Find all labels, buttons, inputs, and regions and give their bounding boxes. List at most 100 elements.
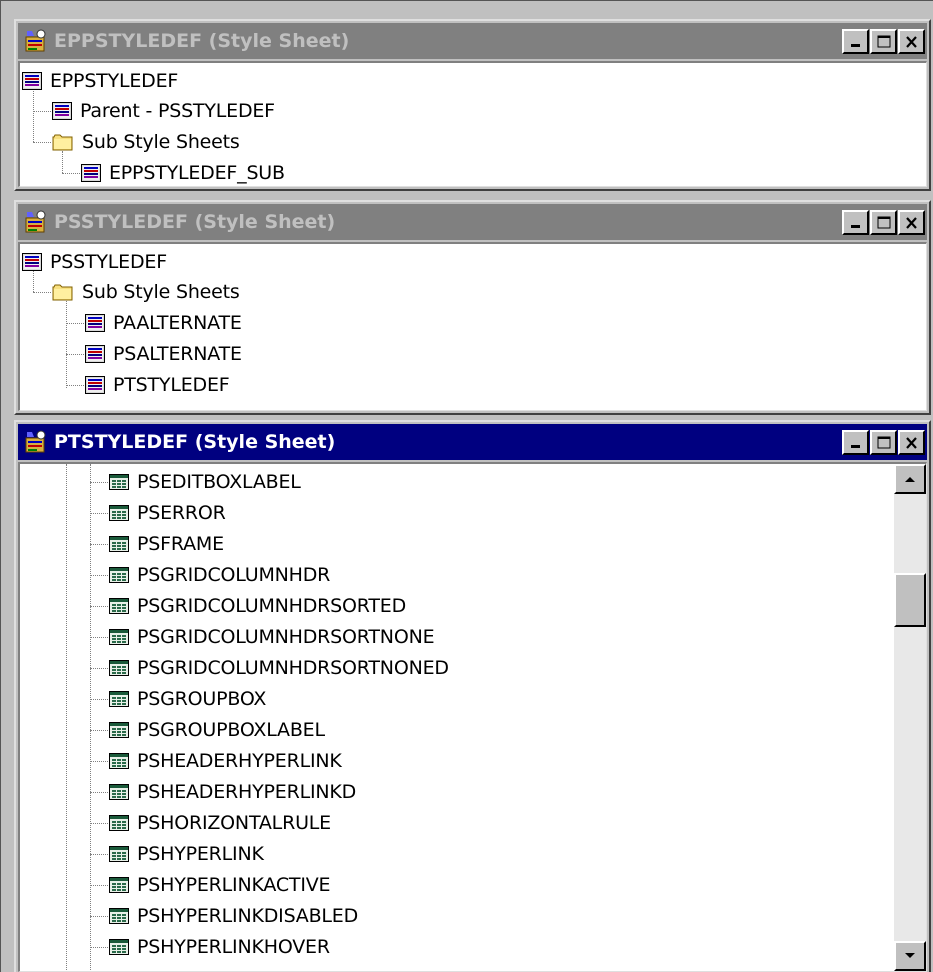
- tree-node[interactable]: PSSTYLEDEF: [22, 247, 167, 277]
- tree-node-label: PSFRAME: [137, 533, 224, 555]
- tree-node-label: PSHORIZONTALRULE: [137, 812, 331, 834]
- stylesheet-app-icon: [22, 429, 48, 455]
- tree-node[interactable]: PSGRIDCOLUMNHDRSORTNONE: [109, 622, 435, 652]
- style-class-icon: [109, 752, 129, 770]
- tree-node[interactable]: PSHYPERLINKACTIVE: [109, 870, 331, 900]
- close-button[interactable]: [898, 29, 925, 54]
- style-class-icon: [109, 814, 129, 832]
- tree-node[interactable]: PSGRIDCOLUMNHDRSORTED: [109, 591, 406, 621]
- stylesheet-icon: [52, 102, 72, 120]
- tree-node-label: PSHYPERLINK: [137, 843, 264, 865]
- close-button[interactable]: [898, 210, 925, 235]
- tree-node[interactable]: PAALTERNATE: [85, 308, 242, 338]
- style-class-icon: [109, 690, 129, 708]
- style-class-icon: [109, 845, 129, 863]
- tree-node-label: PAALTERNATE: [113, 312, 242, 334]
- title-bar[interactable]: PTSTYLEDEF (Style Sheet): [18, 424, 927, 460]
- tree-node[interactable]: PSHEADERHYPERLINKD: [109, 777, 356, 807]
- style-class-icon: [109, 597, 129, 615]
- tree-node[interactable]: PSHEADERHYPERLINK: [109, 746, 342, 776]
- tree-node[interactable]: PSHYPERLINKDISABLED: [109, 901, 358, 931]
- tree-node[interactable]: PSFRAME: [109, 529, 224, 559]
- tree-node-label: PSHYPERLINKDISABLED: [137, 905, 359, 927]
- window-title: EPPSTYLEDEF (Style Sheet): [54, 30, 350, 52]
- title-bar[interactable]: PSSTYLEDEF (Style Sheet): [18, 204, 927, 240]
- folder-icon: [52, 283, 74, 301]
- tree-node-label: PSGRIDCOLUMNHDRSORTNONED: [137, 657, 449, 679]
- tree-node-label: PSGROUPBOX: [137, 688, 267, 710]
- tree-node-label: PSEDITBOXLABEL: [137, 471, 301, 493]
- tree-view[interactable]: PSEDITBOXLABEL PSERROR PSFRAME PSGRIDCOLUMN…: [18, 462, 927, 972]
- stylesheet-icon: [85, 314, 105, 332]
- window-title: PTSTYLEDEF (Style Sheet): [54, 431, 336, 453]
- tree-node[interactable]: PSGRIDCOLUMNHDR: [109, 560, 330, 590]
- style-class-icon: [109, 535, 129, 553]
- tree-node[interactable]: Parent - PSSTYLEDEF: [52, 96, 275, 126]
- style-class-icon: [109, 566, 129, 584]
- window-title: PSSTYLEDEF (Style Sheet): [54, 211, 336, 233]
- tree-node-label: PSALTERNATE: [113, 343, 242, 365]
- window-ptstyledef: PTSTYLEDEF (Style Sheet) PSEDITBOXLABEL P…: [14, 420, 931, 972]
- tree-node-label: PSGRIDCOLUMNHDRSORTED: [137, 595, 407, 617]
- close-button[interactable]: [898, 430, 925, 455]
- close-icon: [906, 35, 917, 48]
- style-class-icon: [109, 721, 129, 739]
- stylesheet-icon: [81, 164, 101, 182]
- tree-view[interactable]: EPPSTYLEDEF Parent - PSSTYLEDEF Sub Styl…: [18, 61, 927, 187]
- vertical-scrollbar[interactable]: [894, 464, 926, 971]
- style-class-icon: [109, 938, 129, 956]
- window-psstyledef: PSSTYLEDEF (Style Sheet) PSSTYLEDEF Sub …: [14, 200, 931, 415]
- minimize-icon: [850, 43, 860, 47]
- folder-icon: [52, 133, 74, 151]
- scroll-up-button[interactable]: [894, 464, 926, 494]
- stylesheet-icon: [22, 253, 42, 271]
- tree-node[interactable]: PTSTYLEDEF: [85, 370, 230, 400]
- minimize-button[interactable]: [842, 210, 869, 235]
- maximize-icon: [877, 216, 890, 229]
- style-class-icon: [109, 628, 129, 646]
- tree-node-label: Sub Style Sheets: [82, 131, 240, 153]
- style-class-icon: [109, 504, 129, 522]
- tree-node-label: PSHYPERLINKACTIVE: [137, 874, 331, 896]
- tree-node[interactable]: Sub Style Sheets: [52, 277, 240, 307]
- tree-node[interactable]: PSGROUPBOX: [109, 684, 266, 714]
- tree-node[interactable]: PSHYPERLINK: [109, 839, 264, 869]
- style-class-icon: [109, 907, 129, 925]
- stylesheet-icon: [85, 345, 105, 363]
- tree-node-label: PSGRIDCOLUMNHDRSORTNONE: [137, 626, 435, 648]
- stylesheet-app-icon: [22, 209, 48, 235]
- style-class-icon: [109, 473, 129, 491]
- tree-node[interactable]: PSGRIDCOLUMNHDRSORTNONED: [109, 653, 449, 683]
- minimize-icon: [850, 224, 860, 228]
- tree-node-label: EPPSTYLEDEF: [50, 70, 179, 92]
- tree-node-label: Sub Style Sheets: [82, 281, 240, 303]
- tree-node-label: PSSTYLEDEF: [50, 251, 167, 273]
- tree-node[interactable]: PSEDITBOXLABEL: [109, 467, 301, 497]
- tree-node[interactable]: PSERROR: [109, 498, 226, 528]
- tree-node[interactable]: PSHYPERLINKHOVER: [109, 932, 330, 962]
- scroll-down-button[interactable]: [894, 941, 926, 971]
- stylesheet-icon: [85, 376, 105, 394]
- scrollbar-thumb[interactable]: [894, 573, 926, 628]
- stylesheet-icon: [22, 72, 42, 90]
- close-icon: [906, 436, 917, 449]
- tree-view[interactable]: PSSTYLEDEF Sub Style Sheets PAALTERNATE …: [18, 242, 927, 411]
- tree-node-label: PTSTYLEDEF: [113, 374, 230, 396]
- close-icon: [906, 216, 917, 229]
- maximize-button[interactable]: [870, 29, 897, 54]
- title-bar[interactable]: EPPSTYLEDEF (Style Sheet): [18, 23, 927, 59]
- tree-node[interactable]: EPPSTYLEDEF_SUB: [81, 158, 285, 186]
- tree-node[interactable]: PSHORIZONTALRULE: [109, 808, 331, 838]
- tree-node-label: PSHYPERLINKHOVER: [137, 936, 330, 958]
- style-class-icon: [109, 659, 129, 677]
- tree-node[interactable]: EPPSTYLEDEF: [22, 66, 178, 96]
- tree-node-label: PSHEADERHYPERLINK: [137, 750, 342, 772]
- tree-node[interactable]: PSALTERNATE: [85, 339, 242, 369]
- minimize-button[interactable]: [842, 29, 869, 54]
- tree-node[interactable]: PSGROUPBOXLABEL: [109, 715, 325, 745]
- tree-node[interactable]: Sub Style Sheets: [52, 127, 240, 157]
- arrow-down-icon: [905, 953, 915, 958]
- minimize-button[interactable]: [842, 430, 869, 455]
- maximize-button[interactable]: [870, 210, 897, 235]
- maximize-button[interactable]: [870, 430, 897, 455]
